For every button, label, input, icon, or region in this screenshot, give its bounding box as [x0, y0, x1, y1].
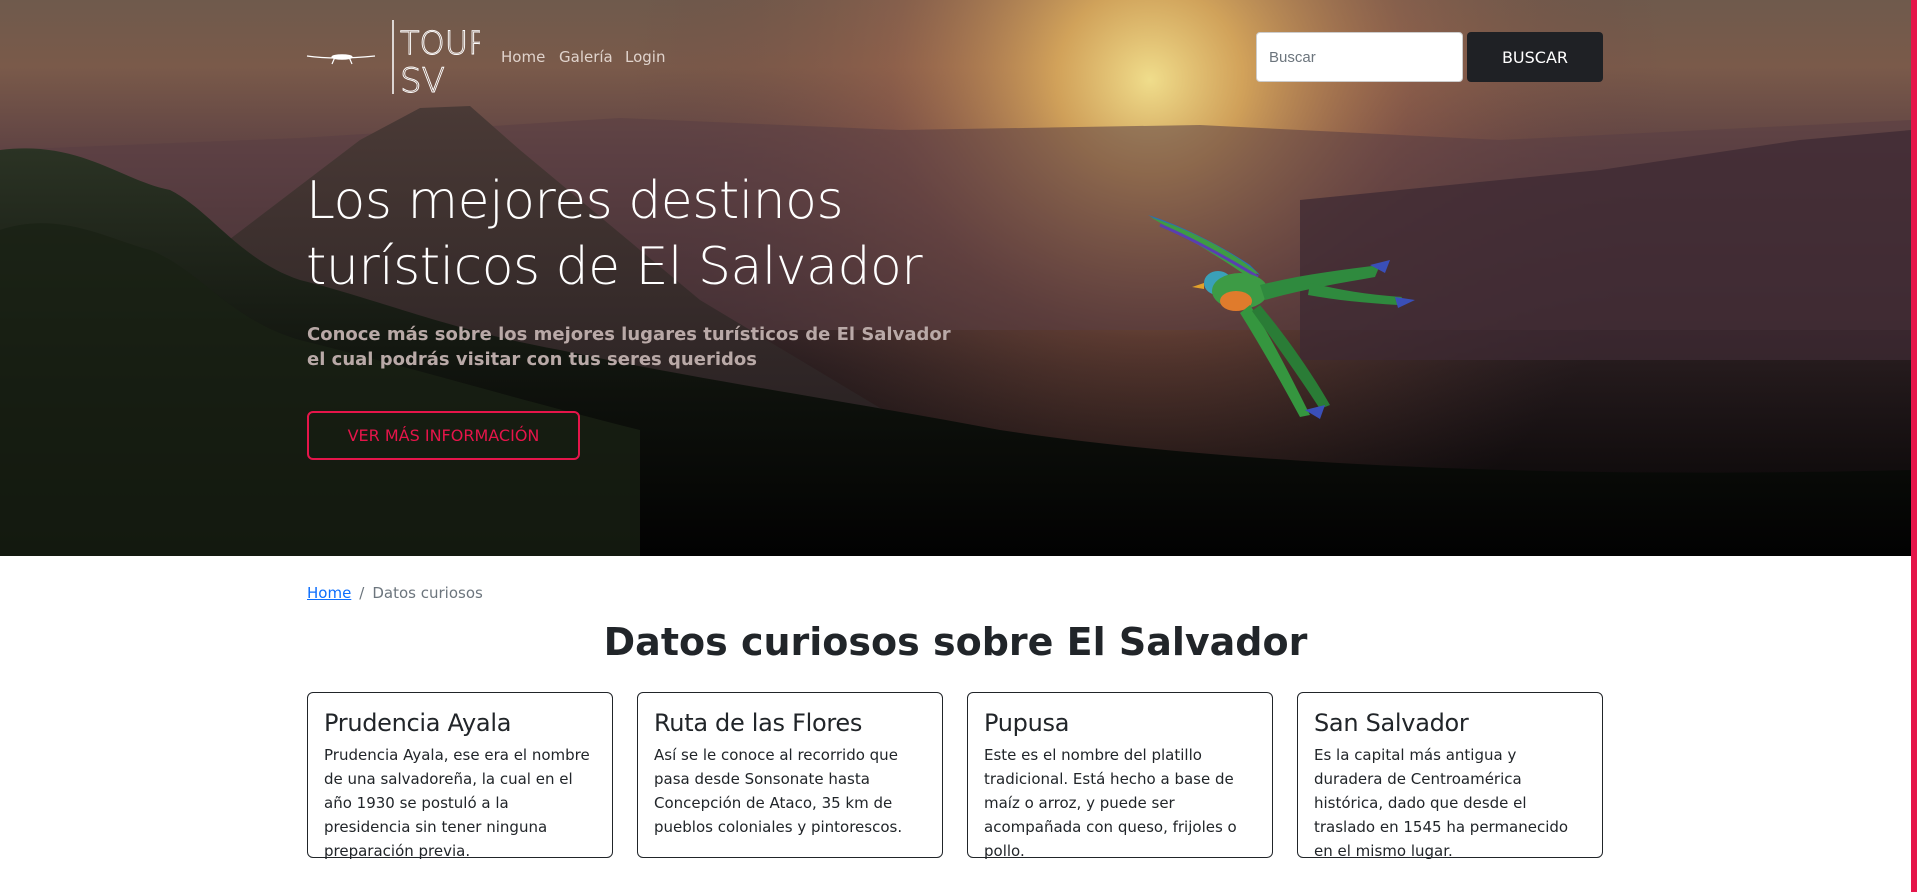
logo-text-sv: SV [400, 61, 445, 96]
nav-link-galeria[interactable]: Galería [559, 48, 613, 66]
right-edge-accent-bar [1911, 0, 1917, 892]
card-text: Este es el nombre del platillo tradicion… [984, 746, 1237, 860]
card-title: San Salvador [1314, 709, 1469, 737]
page: TOUR SV Home Galería Login BUSCAR Los me… [0, 0, 1917, 892]
hero-banner: TOUR SV Home Galería Login BUSCAR Los me… [0, 0, 1911, 556]
hero-background-image [0, 0, 1911, 556]
breadcrumb: Home / Datos curiosos [307, 584, 483, 602]
card-text: Prudencia Ayala, ese era el nombre de un… [324, 746, 590, 860]
card-text: Así se le conoce al recorrido que pasa d… [654, 746, 903, 836]
breadcrumb-home-link[interactable]: Home [307, 584, 351, 602]
hero-title-line-1: Los mejores destinos [306, 171, 844, 231]
card-title: Prudencia Ayala [324, 709, 512, 737]
hero-subtitle: Conoce más sobre los mejores lugares tur… [307, 324, 951, 370]
card-san-salvador: San Salvador Es la capital más antigua y… [1297, 692, 1603, 860]
card-pupusa: Pupusa Este es el nombre del platillo tr… [967, 692, 1273, 860]
search-button[interactable]: BUSCAR [1467, 32, 1603, 82]
card-title: Pupusa [984, 709, 1070, 737]
airplane-icon [306, 54, 376, 65]
card-text: Es la capital más antigua y duradera de … [1314, 746, 1569, 860]
breadcrumb-separator: / [359, 584, 365, 602]
logo-text-tour: TOUR [400, 24, 480, 62]
card-ruta-de-las-flores: Ruta de las Flores Así se le conoce al r… [637, 692, 943, 858]
section-title: Datos curiosos sobre El Salvador [603, 620, 1308, 664]
card-title: Ruta de las Flores [654, 709, 863, 737]
nav-link-login[interactable]: Login [625, 48, 665, 66]
hero-title: Los mejores destinos turísticos de El Sa… [306, 168, 926, 300]
bird-illustration [1148, 215, 1415, 419]
more-info-button[interactable]: VER MÁS INFORMACIÓN [307, 411, 580, 460]
tour-sv-logo[interactable]: TOUR SV [305, 18, 480, 96]
breadcrumb-current: Datos curiosos [372, 584, 483, 602]
search-input[interactable] [1256, 32, 1463, 82]
card-prudencia-ayala: Prudencia Ayala Prudencia Ayala, ese era… [307, 692, 613, 860]
nav-link-home[interactable]: Home [501, 48, 545, 66]
hero-title-line-2: turísticos de El Salvador [306, 237, 923, 297]
